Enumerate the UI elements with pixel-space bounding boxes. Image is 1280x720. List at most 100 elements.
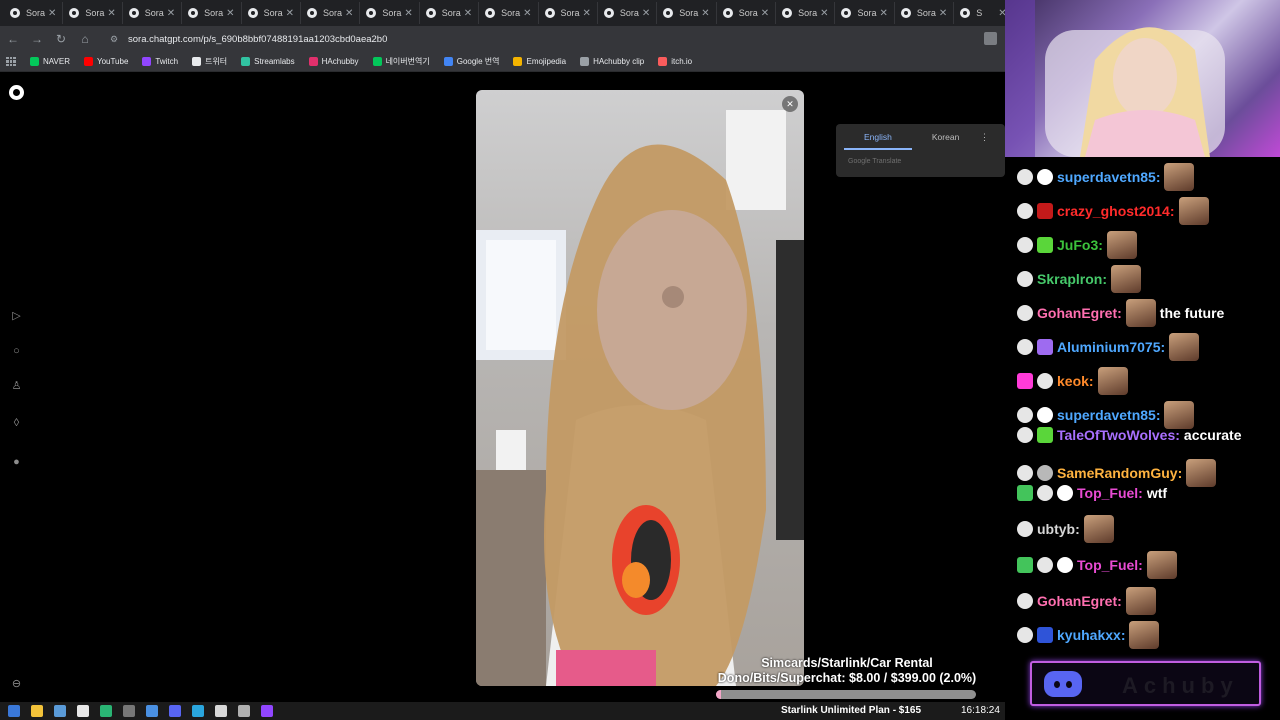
browser-tab[interactable]: Sora ✕ xyxy=(63,2,123,24)
bookmark-item[interactable]: Emojipedia xyxy=(513,57,566,66)
chat-message: Aluminium7075: xyxy=(1017,333,1200,361)
browser-tab[interactable]: Sora ✕ xyxy=(539,2,598,24)
bookmark-item[interactable]: 네이버번역기 xyxy=(372,56,430,67)
close-tab-icon[interactable]: ✕ xyxy=(820,8,828,19)
close-tab-icon[interactable]: ✕ xyxy=(345,8,353,19)
browser-tab[interactable]: Sora ✕ xyxy=(242,2,301,24)
bookmark-item[interactable]: YouTube xyxy=(83,57,128,66)
sora-logo-icon[interactable] xyxy=(9,85,24,100)
chat-username[interactable]: Top_Fuel: xyxy=(1077,485,1143,501)
translate-tab-korean[interactable]: Korean xyxy=(912,124,979,150)
chat-username[interactable]: superdavetn85: xyxy=(1057,169,1160,185)
twitch-app-icon[interactable] xyxy=(261,705,273,717)
close-tab-icon[interactable]: ✕ xyxy=(761,8,769,19)
bookmark-label: 네이버번역기 xyxy=(385,57,430,66)
more-options-icon[interactable]: ⋮ xyxy=(980,132,989,143)
forward-button[interactable]: → xyxy=(26,28,48,50)
browser-tab[interactable]: Sora ✕ xyxy=(776,2,836,24)
browser-tab[interactable]: Sora ✕ xyxy=(657,2,717,24)
start-icon[interactable] xyxy=(8,705,20,717)
browser-tab[interactable]: Sora ✕ xyxy=(182,2,242,24)
crown-badge-icon xyxy=(1037,485,1053,501)
obs-icon[interactable] xyxy=(238,705,250,717)
chat-username[interactable]: GohanEgret: xyxy=(1037,593,1122,609)
browser-tab[interactable]: Sora ✕ xyxy=(4,2,64,24)
close-tab-icon[interactable]: ✕ xyxy=(642,8,650,19)
file-explorer-icon[interactable] xyxy=(31,705,43,717)
close-tab-icon[interactable]: ✕ xyxy=(464,8,472,19)
browser-tab[interactable]: Sora ✕ xyxy=(301,2,361,24)
search-app-icon[interactable] xyxy=(54,705,66,717)
bookmark-item[interactable]: HAchubby clip xyxy=(580,57,644,66)
trophy-icon[interactable]: ♙ xyxy=(10,380,23,393)
apps-grid-icon[interactable] xyxy=(6,56,16,67)
chat-username[interactable]: ubtyb: xyxy=(1037,521,1080,537)
close-tab-icon[interactable]: ✕ xyxy=(226,8,234,19)
donation-amount: Dono/Bits/Superchat: $8.00 / $399.00 (2.… xyxy=(717,670,977,685)
edge-icon[interactable] xyxy=(146,705,158,717)
chat-username[interactable]: Top_Fuel: xyxy=(1077,557,1143,573)
chat-username[interactable]: JuFo3: xyxy=(1057,237,1103,253)
bookmark-item[interactable]: Twitch xyxy=(142,57,178,66)
mute-icon[interactable]: ✕ xyxy=(782,96,798,112)
bookmark-item[interactable]: Google 번역 xyxy=(443,56,499,67)
browser-tab[interactable]: S ✕ xyxy=(954,2,1005,24)
back-button[interactable]: ← xyxy=(2,28,24,50)
close-tab-icon[interactable]: ✕ xyxy=(107,8,115,19)
close-tab-icon[interactable]: ✕ xyxy=(523,8,531,19)
chat-username[interactable]: kyuhakxx: xyxy=(1057,627,1125,643)
close-tab-icon[interactable]: ✕ xyxy=(404,8,412,19)
crown-badge-icon xyxy=(1017,339,1033,355)
bookmark-item[interactable]: itch.io xyxy=(658,57,692,66)
telegram-icon[interactable] xyxy=(192,705,204,717)
video-player[interactable]: ✕ xyxy=(476,90,804,686)
close-tab-icon[interactable]: ✕ xyxy=(286,8,294,19)
close-tab-icon[interactable]: ✕ xyxy=(167,8,175,19)
chat-username[interactable]: TaleOfTwoWolves: xyxy=(1057,427,1180,443)
browser-tab[interactable]: Sora ✕ xyxy=(479,2,539,24)
bookmark-item[interactable]: Streamlabs xyxy=(241,57,295,66)
browser-tab[interactable]: Sora ✕ xyxy=(835,2,895,24)
search-icon[interactable]: ○ xyxy=(10,345,23,358)
browser-tab[interactable]: Sora ✕ xyxy=(123,2,183,24)
close-tab-icon[interactable]: ✕ xyxy=(48,8,56,19)
browser-tab[interactable]: Sora ✕ xyxy=(420,2,480,24)
close-tab-icon[interactable]: ✕ xyxy=(998,8,1005,19)
bell-icon[interactable]: ◊ xyxy=(10,417,23,430)
sheets-icon[interactable] xyxy=(100,705,112,717)
translate-tab-english[interactable]: English xyxy=(844,124,912,150)
discord-app-icon[interactable] xyxy=(169,705,181,717)
address-bar[interactable]: ⚙ sora.chatgpt.com/p/s_690b8bbf07488191a… xyxy=(110,34,387,45)
reload-button[interactable]: ↻ xyxy=(50,28,72,50)
home-button[interactable]: ⌂ xyxy=(74,28,96,50)
bookmark-item[interactable]: HAchubby xyxy=(308,57,359,66)
close-tab-icon[interactable]: ✕ xyxy=(701,8,709,19)
chat-username[interactable]: GohanEgret: xyxy=(1037,305,1122,321)
notes-icon[interactable] xyxy=(215,705,227,717)
chat-username[interactable]: Aluminium7075: xyxy=(1057,339,1165,355)
bookmark-item[interactable]: 트위터 xyxy=(192,56,227,67)
site-info-icon[interactable]: ⚙ xyxy=(110,34,120,44)
browser-tab[interactable]: Sora ✕ xyxy=(360,2,420,24)
bookmark-item[interactable]: NAVER xyxy=(30,57,70,66)
translate-icon[interactable] xyxy=(984,32,997,45)
tab-title: Sora xyxy=(263,8,283,18)
profile-icon[interactable]: ● xyxy=(10,456,23,469)
bookmark-label: 트위터 xyxy=(205,57,228,66)
chat-username[interactable]: crazy_ghost2014: xyxy=(1057,203,1175,219)
chat-username[interactable]: SameRandomGuy: xyxy=(1057,465,1182,481)
browser-tab[interactable]: Sora ✕ xyxy=(895,2,955,24)
close-tab-icon[interactable]: ✕ xyxy=(939,8,947,19)
settings-app-icon[interactable] xyxy=(123,705,135,717)
play-icon[interactable]: ▷ xyxy=(10,310,23,323)
chat-username[interactable]: Skraplron: xyxy=(1037,271,1107,287)
chat-username[interactable]: keok: xyxy=(1057,373,1094,389)
settings-icon[interactable]: ⊖ xyxy=(10,678,23,691)
chrome-icon[interactable] xyxy=(77,705,89,717)
browser-tab[interactable]: Sora ✕ xyxy=(598,2,658,24)
browser-tab[interactable]: Sora ✕ xyxy=(717,2,777,24)
close-tab-icon[interactable]: ✕ xyxy=(879,8,887,19)
grey-badge-icon xyxy=(1037,465,1053,481)
chat-username[interactable]: superdavetn85: xyxy=(1057,407,1160,423)
close-tab-icon[interactable]: ✕ xyxy=(583,8,591,19)
